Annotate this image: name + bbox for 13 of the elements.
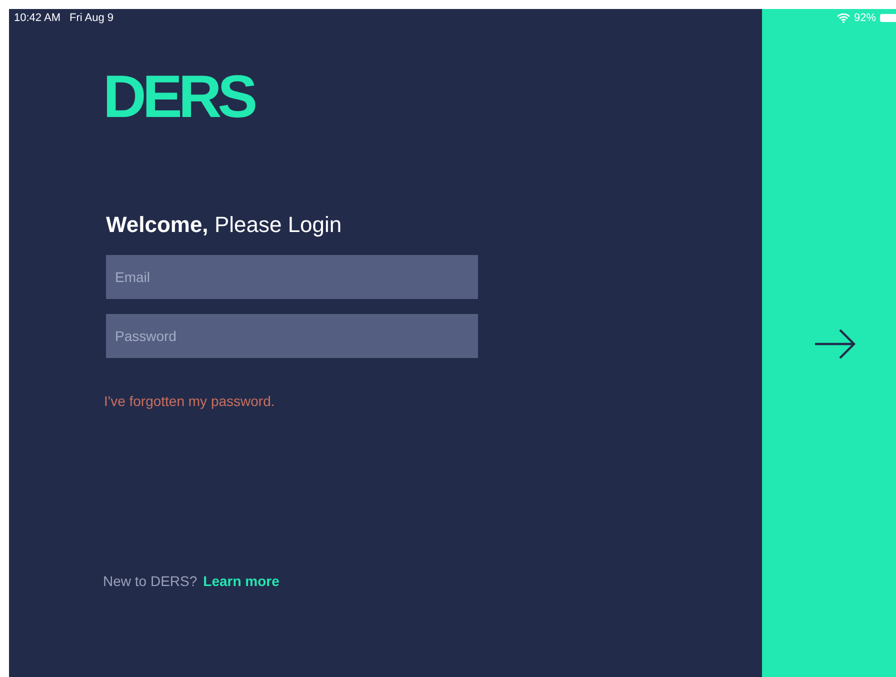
forgot-password-link[interactable]: I've forgotten my password. — [104, 391, 275, 412]
arrow-right-icon — [814, 328, 856, 360]
footer-text: New to DERS? — [103, 572, 198, 591]
welcome-heading: Welcome, Please Login — [106, 211, 343, 239]
battery-percent: 92% — [854, 10, 876, 26]
input-field[interactable]: Email — [106, 255, 478, 299]
input-field[interactable]: Password — [106, 314, 478, 358]
logo: DERS — [103, 69, 254, 125]
status-time: 10:42 AM — [14, 10, 60, 26]
battery-icon — [880, 14, 896, 22]
learn-more-link[interactable]: Learn more — [203, 571, 280, 592]
status-date: Fri Aug 9 — [69, 10, 114, 26]
wifi-icon — [836, 13, 850, 23]
